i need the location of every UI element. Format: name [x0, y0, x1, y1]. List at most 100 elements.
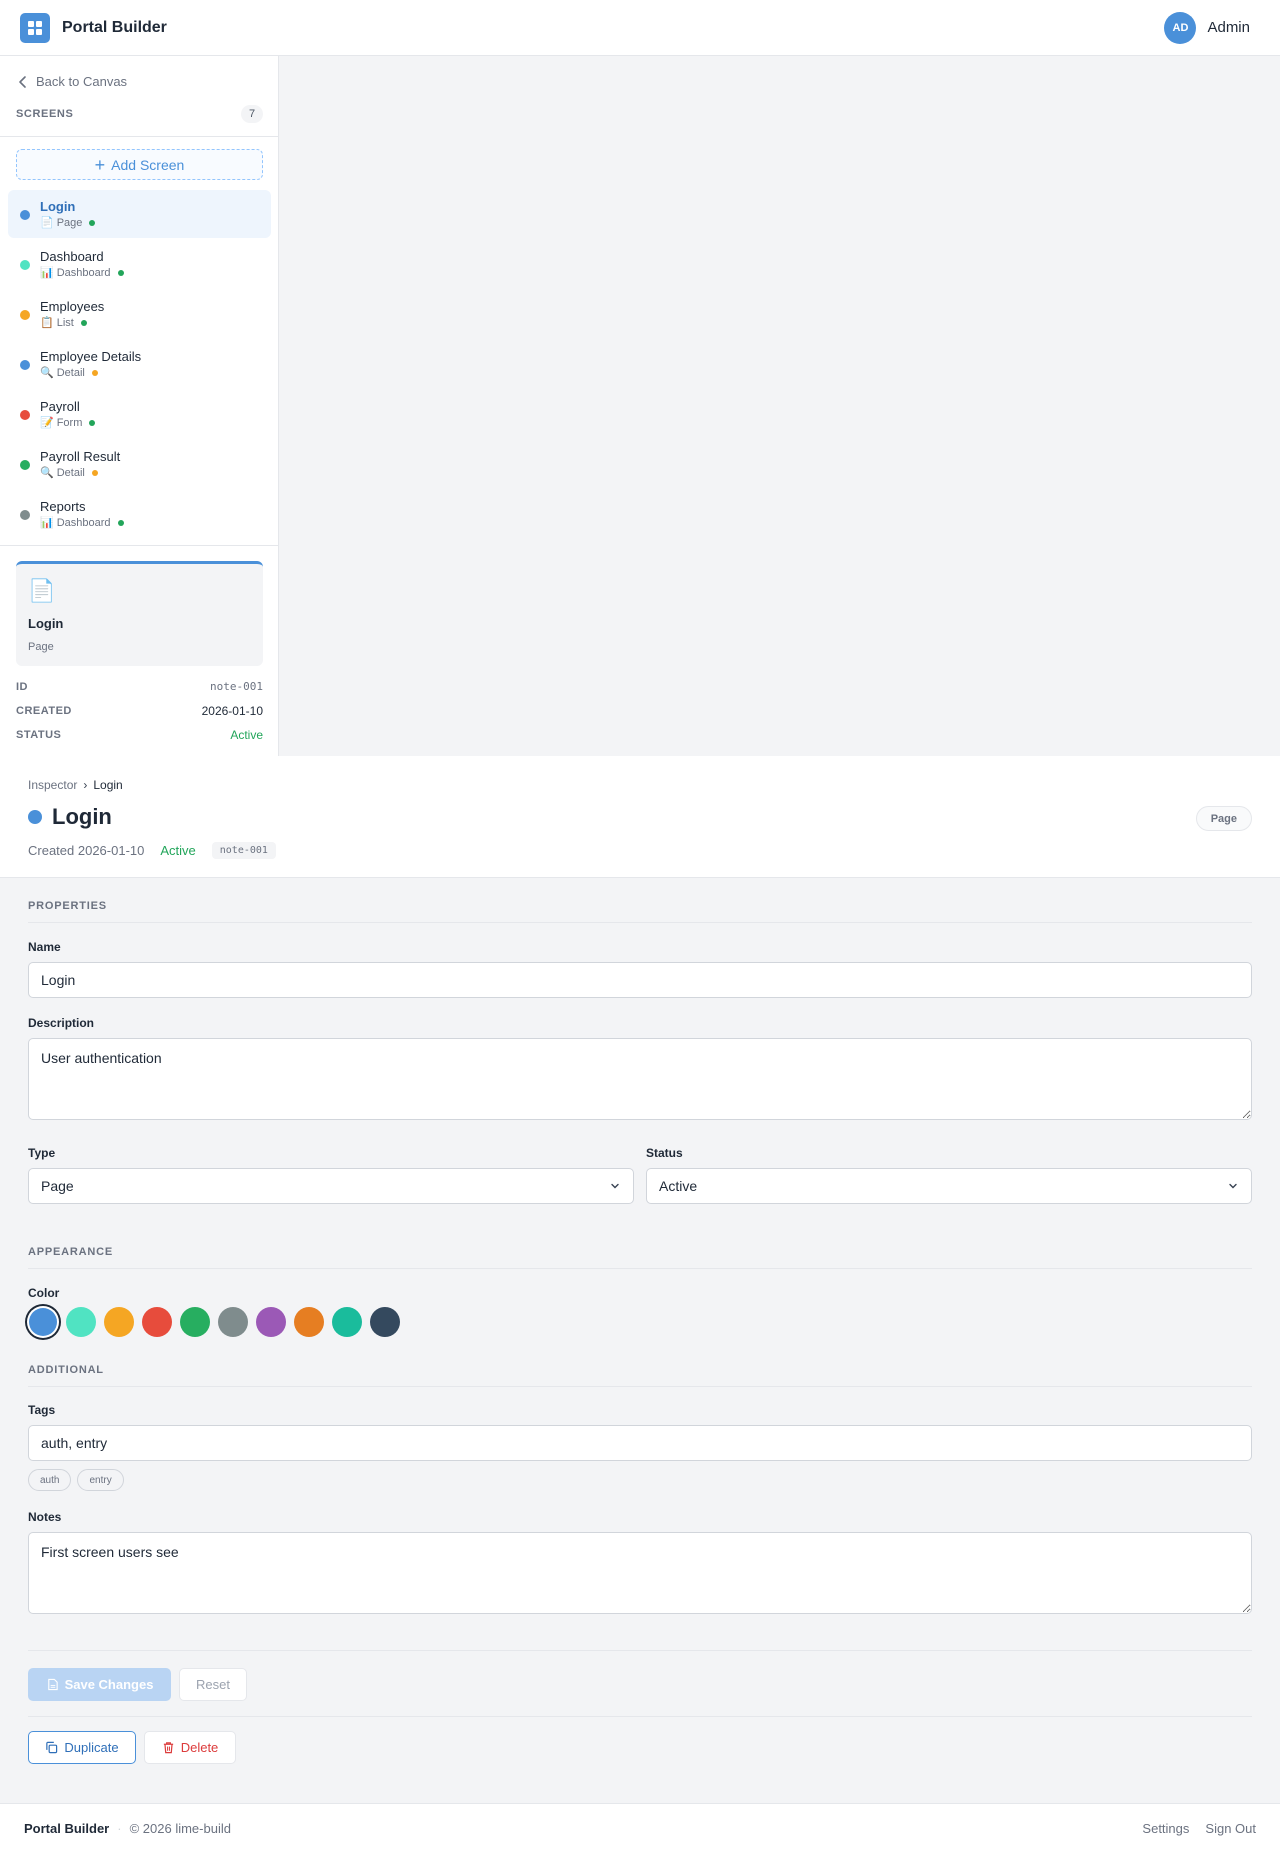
chevron-down-icon	[611, 1183, 619, 1189]
trash-icon	[163, 1742, 173, 1754]
additional-section-title: ADDITIONAL	[28, 1364, 1252, 1387]
sidebar-item-label: Login	[40, 199, 76, 214]
color-swatch[interactable]	[256, 1307, 286, 1337]
footer-brand: Portal Builder	[24, 1820, 110, 1836]
status-dot	[91, 469, 98, 476]
sidebar-item-subtitle: 🔍 Detail	[40, 366, 98, 379]
title-row: Login	[28, 804, 112, 830]
meta-created-row: CREATED 2026-01-10	[16, 704, 263, 718]
screens-title: SCREENS	[16, 108, 74, 120]
sidebar-item-subtitle: 📝 Form	[40, 416, 96, 429]
color-swatch[interactable]	[218, 1307, 248, 1337]
meta-status-label: STATUS	[16, 729, 62, 741]
app-title: Portal Builder	[62, 18, 167, 36]
page-title: Login	[52, 804, 112, 829]
sidebar-item-subtitle: 📊 Dashboard	[40, 266, 124, 279]
type-select[interactable]: Page	[28, 1168, 634, 1204]
screen-type-icon: 📄	[40, 217, 54, 229]
sidebar-item-payroll[interactable]: Payroll 📝 Form	[8, 390, 271, 438]
sidebar-item-label: Payroll	[40, 399, 80, 414]
color-swatch[interactable]	[29, 1308, 57, 1336]
user-name[interactable]: Admin	[1207, 19, 1250, 36]
back-link-label[interactable]: Back to Canvas	[36, 74, 127, 89]
screen-type-icon: 📊	[40, 267, 54, 279]
screen-color-dot	[20, 360, 30, 370]
status-select[interactable]: Active	[646, 1168, 1252, 1204]
status-dot	[117, 519, 124, 526]
meta-status-row: STATUS Active	[16, 728, 263, 742]
status-dot	[117, 269, 124, 276]
sidebar-item-subtitle: 📊 Dashboard	[40, 516, 124, 529]
delete-button[interactable]: Delete	[144, 1731, 236, 1764]
color-swatch[interactable]	[66, 1307, 96, 1337]
meta-created-label: CREATED	[16, 705, 72, 717]
preview-type: Page	[28, 641, 54, 653]
user-menu[interactable]: AD Admin	[1164, 11, 1250, 44]
color-swatch[interactable]	[104, 1307, 134, 1337]
sidebar-item-dashboard[interactable]: Dashboard 📊 Dashboard	[8, 240, 271, 288]
description-label: Description	[28, 1016, 95, 1030]
screens-header: SCREENS 7	[16, 105, 263, 123]
footer: Portal Builder · © 2026 lime-build Setti…	[0, 1803, 1280, 1852]
created-text: Created 2026-01-10	[28, 843, 145, 858]
tag-chip: entry	[77, 1469, 124, 1491]
notes-textarea[interactable]: First screen users see	[28, 1532, 1252, 1614]
status-dot	[80, 319, 87, 326]
sidebar-item-payroll-result[interactable]: Payroll Result 🔍 Detail	[8, 440, 271, 488]
breadcrumb-inspector[interactable]: Inspector	[28, 778, 77, 792]
sidebar-item-login[interactable]: Login 📄 Page	[8, 190, 271, 238]
breadcrumb: Inspector › Login	[28, 778, 123, 792]
sidebar-item-employees[interactable]: Employees 📋 List	[8, 290, 271, 338]
sidebar-item-label: Dashboard	[40, 249, 104, 264]
app-logo[interactable]	[20, 12, 50, 43]
status-dot	[91, 369, 98, 376]
screen-list: Login 📄 Page Dashboard 📊 Dashboard Employees 📋 L…	[8, 190, 271, 540]
grid-icon	[28, 20, 42, 35]
color-swatch[interactable]	[332, 1307, 362, 1337]
tags-label: Tags	[28, 1403, 56, 1417]
sign-out-link[interactable]: Sign Out	[1205, 1821, 1256, 1836]
divider	[28, 1650, 1252, 1651]
save-changes-button[interactable]: Save Changes	[28, 1668, 171, 1701]
duplicate-button[interactable]: Duplicate	[28, 1731, 136, 1764]
delete-label: Delete	[180, 1740, 219, 1755]
tags-input[interactable]	[28, 1425, 1252, 1461]
tag-chip: auth	[28, 1469, 72, 1491]
add-screen-button[interactable]: + Add Screen	[16, 149, 263, 180]
color-swatch[interactable]	[142, 1307, 172, 1337]
duplicate-label: Duplicate	[64, 1740, 119, 1755]
reset-button[interactable]: Reset	[179, 1668, 247, 1701]
screen-color-dot	[20, 410, 30, 420]
description-textarea[interactable]: User authentication	[28, 1038, 1252, 1120]
reset-label: Reset	[196, 1677, 230, 1692]
meta-id-row: ID note-001	[16, 680, 263, 693]
color-label: Color	[28, 1286, 60, 1300]
id-chip: note-001	[211, 842, 276, 859]
back-to-canvas-link[interactable]: Back to Canvas	[16, 74, 127, 89]
screen-type-icon: 🔍	[40, 367, 54, 379]
screen-type-label: Page	[56, 216, 83, 229]
plus-icon: +	[94, 154, 106, 175]
status-select-value: Active	[659, 1178, 698, 1194]
settings-link[interactable]: Settings	[1142, 1821, 1189, 1836]
screen-color-dot	[28, 810, 42, 824]
screen-color-dot	[20, 460, 30, 470]
color-swatch[interactable]	[294, 1307, 324, 1337]
screen-type-label: Dashboard	[56, 266, 111, 279]
sidebar-item-employee-details[interactable]: Employee Details 🔍 Detail	[8, 340, 271, 388]
color-swatch[interactable]	[370, 1307, 400, 1337]
screen-type-icon: 🔍	[40, 467, 54, 479]
sidebar-item-label: Employee Details	[40, 349, 142, 364]
chevron-left-icon	[19, 75, 26, 88]
screen-type-label: Dashboard	[56, 516, 111, 529]
screen-type-label: Detail	[56, 466, 85, 479]
screen-preview-card: 📄 Login Page	[16, 561, 263, 666]
sidebar-item-subtitle: 📄 Page	[40, 216, 96, 229]
screen-type-label: Detail	[56, 366, 85, 379]
add-screen-label[interactable]: Add Screen	[111, 157, 184, 173]
tag-chips: auth entry	[28, 1469, 130, 1491]
name-input[interactable]	[28, 962, 1252, 998]
sidebar-item-reports[interactable]: Reports 📊 Dashboard	[8, 490, 271, 538]
avatar[interactable]: AD	[1164, 11, 1197, 44]
color-swatch[interactable]	[180, 1307, 210, 1337]
